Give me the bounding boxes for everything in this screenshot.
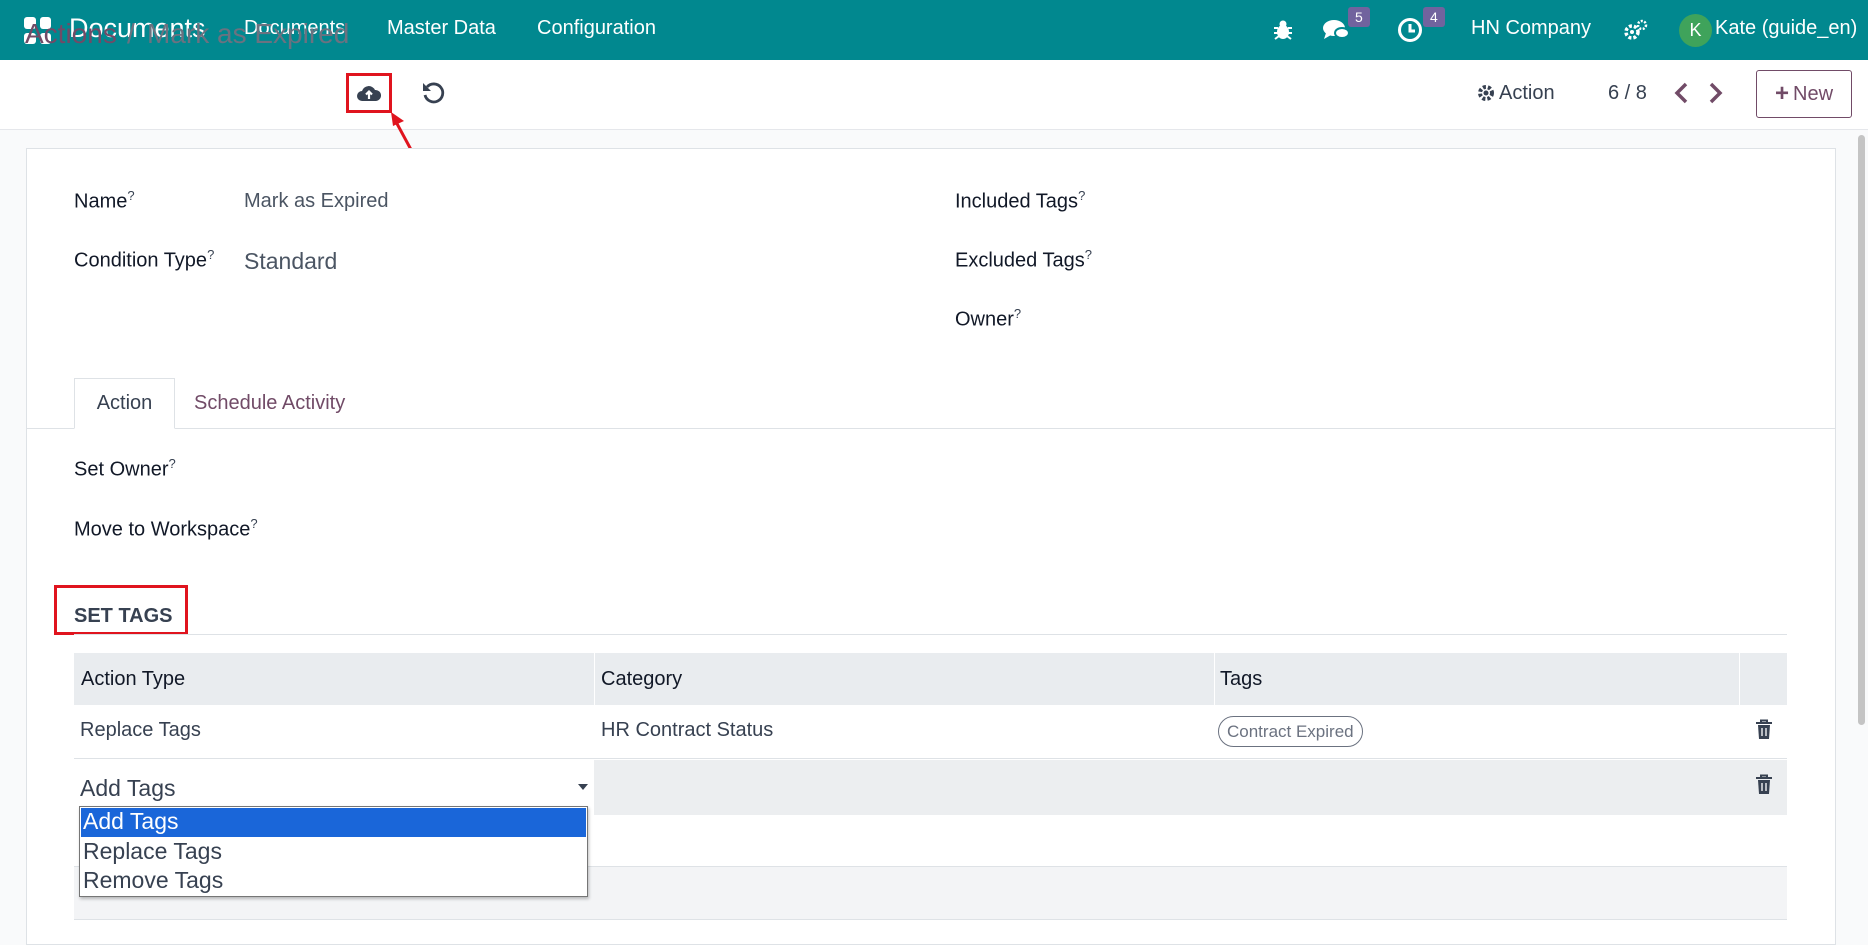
bug-icon[interactable] [1273,19,1293,41]
clock-icon[interactable] [1397,17,1423,43]
tag-badge[interactable]: Contract Expired [1218,716,1363,747]
name-label: Name? [74,188,135,213]
chevron-right-icon[interactable] [1703,80,1727,106]
avatar[interactable]: K [1679,14,1712,47]
column-header-tags[interactable]: Tags [1220,668,1262,691]
pager-value[interactable]: 6 / 8 [1608,82,1647,105]
action-type-dropdown: Add Tags Replace Tags Remove Tags [79,806,588,897]
condition-type-label: Condition Type? [74,247,215,272]
menu-master-data[interactable]: Master Data [387,17,496,40]
company-switcher[interactable]: HN Company [1471,17,1591,40]
dropdown-option-remove-tags[interactable]: Remove Tags [81,867,586,896]
dropdown-option-replace-tags[interactable]: Replace Tags [81,838,586,867]
breadcrumb-actions[interactable]: Actions [25,18,117,50]
trash-icon[interactable] [1755,774,1773,795]
tabs-divider [26,428,1836,429]
messages-badge: 5 [1348,7,1370,27]
messages-icon[interactable] [1322,17,1350,43]
save-button[interactable] [346,73,392,113]
column-separator [594,653,595,705]
cloud-upload-icon [357,86,382,101]
name-field[interactable]: Mark as Expired [244,190,389,213]
chevron-down-icon[interactable] [578,784,588,790]
tab-schedule-activity[interactable]: Schedule Activity [194,392,345,415]
action-type-select-value[interactable]: Add Tags [80,775,175,802]
activities-badge: 4 [1423,7,1445,27]
column-separator [1739,653,1740,705]
column-header-category[interactable]: Category [601,668,682,691]
new-button-label: New [1793,82,1834,105]
breadcrumb-current: Mark as Expired [147,18,350,49]
dropdown-option-add-tags[interactable]: Add Tags [81,808,586,837]
owner-label: Owner? [955,306,1022,331]
control-panel [0,60,1868,130]
move-to-workspace-label: Move to Workspace? [74,516,258,541]
user-menu[interactable]: Kate (guide_en) [1715,17,1857,40]
condition-type-field[interactable]: Standard [244,248,337,275]
cell-action-type[interactable]: Replace Tags [80,719,201,742]
table-row[interactable] [74,705,1787,759]
excluded-tags-label: Excluded Tags? [955,247,1092,272]
settings-icon[interactable] [1624,19,1648,41]
gear-icon[interactable] [1477,84,1495,102]
new-button[interactable]: + New [1756,70,1852,118]
plus-icon: + [1774,80,1789,107]
set-owner-label: Set Owner? [74,456,176,481]
discard-icon[interactable] [420,80,446,106]
table-header: Action Type Category Tags [74,653,1787,705]
column-separator [1214,653,1215,705]
chevron-left-icon[interactable] [1670,80,1694,106]
scrollbar[interactable] [1858,135,1865,725]
trash-icon[interactable] [1755,719,1773,740]
action-menu-button[interactable]: Action [1499,82,1555,105]
set-tags-divider [74,634,1787,635]
breadcrumb-separator: / [127,18,135,49]
included-tags-label: Included Tags? [955,188,1086,213]
cell-category[interactable]: HR Contract Status [601,719,773,742]
column-header-action-type[interactable]: Action Type [81,668,185,691]
set-tags-heading: SET TAGS [74,605,173,627]
tab-action[interactable]: Action [74,378,175,429]
menu-configuration[interactable]: Configuration [537,17,656,40]
